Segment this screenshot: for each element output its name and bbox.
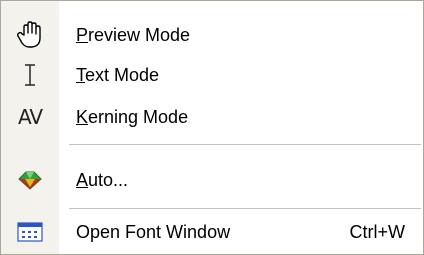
gem-icon xyxy=(14,164,46,196)
text-cursor-icon xyxy=(14,59,46,91)
menu-item-label: Auto... xyxy=(76,170,129,190)
menu-item-label: Text Mode xyxy=(76,65,160,85)
menu-item-kerning-mode[interactable]: AV Kerning Mode xyxy=(1,95,423,139)
menu-item-text-mode[interactable]: Text Mode xyxy=(1,53,423,97)
menu-item-label: Kerning Mode xyxy=(76,107,189,127)
menu-item-auto[interactable]: Auto... xyxy=(1,158,423,202)
font-window-icon xyxy=(14,216,46,248)
menu-item-preview-mode[interactable]: Preview Mode xyxy=(1,13,423,57)
menu-separator xyxy=(69,144,421,145)
hand-icon xyxy=(14,19,46,51)
context-menu: Preview Mode Text Mode AV Kerning Mode A… xyxy=(0,0,424,255)
shortcut-label: Ctrl+W xyxy=(349,222,406,242)
menu-item-label: Preview Mode xyxy=(76,25,191,45)
menu-item-open-font-window[interactable]: Open Font Window Ctrl+W xyxy=(1,210,423,254)
menu-separator xyxy=(69,208,421,209)
menu-item-label: Open Font Window xyxy=(76,222,231,242)
kerning-icon: AV xyxy=(17,105,43,129)
